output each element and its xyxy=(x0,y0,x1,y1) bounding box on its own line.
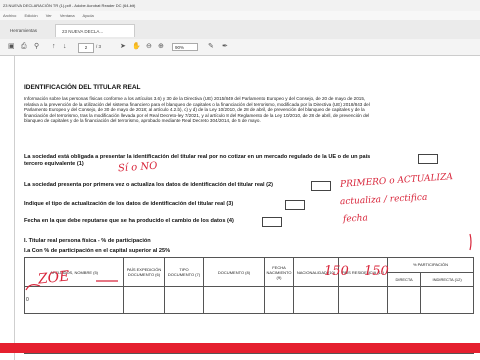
intro-paragraph: Información sobre las personas físicas c… xyxy=(24,96,472,124)
answer-box-4[interactable] xyxy=(262,217,282,227)
pdf-page: IDENTIFICACIÓN DEL TITULAR REAL Informac… xyxy=(0,56,480,360)
zoom-in-icon[interactable]: ⊕ xyxy=(158,43,164,51)
answer-box-3[interactable] xyxy=(285,200,305,210)
intro-line: blanqueo de capitales y de la financiaci… xyxy=(24,118,261,124)
page-number-input[interactable]: 2 xyxy=(78,43,94,53)
zoom-select[interactable]: 90% xyxy=(172,43,198,51)
menu-item-ayuda[interactable]: Ayuda xyxy=(82,13,93,18)
col-directa: DIRECTA xyxy=(386,271,422,287)
tab-herramientas[interactable]: Herramientas xyxy=(4,24,43,37)
question-1-line1: La sociedad está obligada a presentar la… xyxy=(24,154,371,160)
menu-item-archivo[interactable]: Archivo xyxy=(3,13,16,18)
col-porcentaje-participacion: % PARTICIPACIÓN xyxy=(387,257,474,273)
table-cell[interactable] xyxy=(164,286,204,314)
table-cell[interactable] xyxy=(123,286,165,314)
annotation-actualiza-rectifica: actualiza / rectifica xyxy=(339,192,428,208)
table-cell[interactable] xyxy=(420,286,474,314)
pointer-icon[interactable]: ➤ xyxy=(120,43,126,51)
table-cell[interactable]: 0 xyxy=(24,286,124,314)
question-4-text: Fecha en la que debe reputarse que se ha… xyxy=(24,218,234,224)
row-marker: 0 xyxy=(26,297,29,303)
tab-row: Herramientas 23 NUEVA DECLA... xyxy=(0,20,480,40)
annotation-si-no: Sí o NO xyxy=(117,160,158,175)
col-tipo-documento: TIPO DOCUMENTO (7) xyxy=(164,257,204,287)
table-row: 0 xyxy=(24,286,474,314)
table-cell[interactable] xyxy=(386,286,422,314)
question-2: La sociedad presenta por primera vez o a… xyxy=(24,182,273,189)
subsection-title-text: I. Titular real persona física - % de pa… xyxy=(24,238,151,244)
table-cell[interactable] xyxy=(338,286,388,314)
subsection-subtitle: I.a Con % de participación en el capital… xyxy=(24,248,170,255)
hand-icon[interactable]: ✋ xyxy=(132,43,141,51)
table-next-row xyxy=(24,353,474,360)
menu-item-edicion[interactable]: Edición xyxy=(24,13,37,18)
menu-item-ventana[interactable]: Ventana xyxy=(60,13,75,18)
search-icon[interactable]: ⚲ xyxy=(34,43,39,51)
annotation-zoe: ZOE xyxy=(37,268,71,288)
next-page-icon[interactable]: ↓ xyxy=(63,43,67,51)
titular-real-table: APELLIDOS, NOMBRE (5) PAÍS EXPEDICIÓN DO… xyxy=(24,257,474,314)
col-fecha-nacimiento: FECHA NACIMIENTO (9) xyxy=(264,257,294,287)
table-cell[interactable] xyxy=(203,286,265,314)
col-indirecta: INDIRECTA (12) xyxy=(420,271,474,287)
comment-icon[interactable]: ✎ xyxy=(208,43,214,51)
menu-bar: Archivo Edición Ver Ventana Ayuda xyxy=(0,11,480,20)
col-pais-expedicion: PAÍS EXPEDICIÓN DOCUMENTO (6) xyxy=(123,257,165,287)
question-4: Fecha en la que debe reputarse que se ha… xyxy=(24,218,234,225)
annotation-number-1: 150 xyxy=(324,264,349,279)
print-icon[interactable]: ⎙ xyxy=(21,43,27,51)
pen-icon[interactable]: ✒ xyxy=(222,43,228,51)
page-total: / 3 xyxy=(96,44,102,49)
col-documento: DOCUMENTO (8) xyxy=(203,257,265,287)
question-3: Indique el tipo de actualización de los … xyxy=(24,201,233,208)
annotation-fecha: fecha xyxy=(342,213,369,225)
annotation-number-2: 150 xyxy=(364,264,389,279)
table-cell[interactable] xyxy=(293,286,339,314)
window-title: 23 NUEVA DECLARACIÓN TR (1).pdf - Adobe … xyxy=(0,0,480,11)
save-icon[interactable]: ▣ xyxy=(8,43,15,51)
page-margin-line xyxy=(14,56,15,360)
table-cell[interactable] xyxy=(264,286,294,314)
section-title: IDENTIFICACIÓN DEL TITULAR REAL xyxy=(24,84,141,91)
subsection-title: I. Titular real persona física - % de pa… xyxy=(24,238,151,245)
question-2-text: La sociedad presenta por primera vez o a… xyxy=(24,182,273,188)
prev-page-icon[interactable]: ↑ xyxy=(52,43,56,51)
question-1: La sociedad está obligada a presentar la… xyxy=(24,154,424,168)
acrobat-window: 23 NUEVA DECLARACIÓN TR (1).pdf - Adobe … xyxy=(0,0,480,360)
tab-document[interactable]: 23 NUEVA DECLA... xyxy=(55,24,135,37)
red-highlight-bar xyxy=(0,343,480,353)
zoom-out-icon[interactable]: ⊖ xyxy=(146,43,152,51)
toolbar: ▣ ⎙ ⚲ ↑ ↓ 2 / 3 ➤ ✋ ⊖ ⊕ 90% ✎ ✒ xyxy=(0,39,480,56)
answer-box-1[interactable] xyxy=(418,154,438,164)
annotation-primero-actualiza: PRIMERO o ACTUALIZA xyxy=(339,172,454,190)
answer-box-2[interactable] xyxy=(311,181,331,191)
question-3-text: Indique el tipo de actualización de los … xyxy=(24,201,234,207)
menu-item-ver[interactable]: Ver xyxy=(46,13,52,18)
subsection-subtitle-text: I.a Con % de participación en el capital… xyxy=(24,248,171,254)
question-1-line2: tercero equivalente (1) xyxy=(24,161,84,167)
